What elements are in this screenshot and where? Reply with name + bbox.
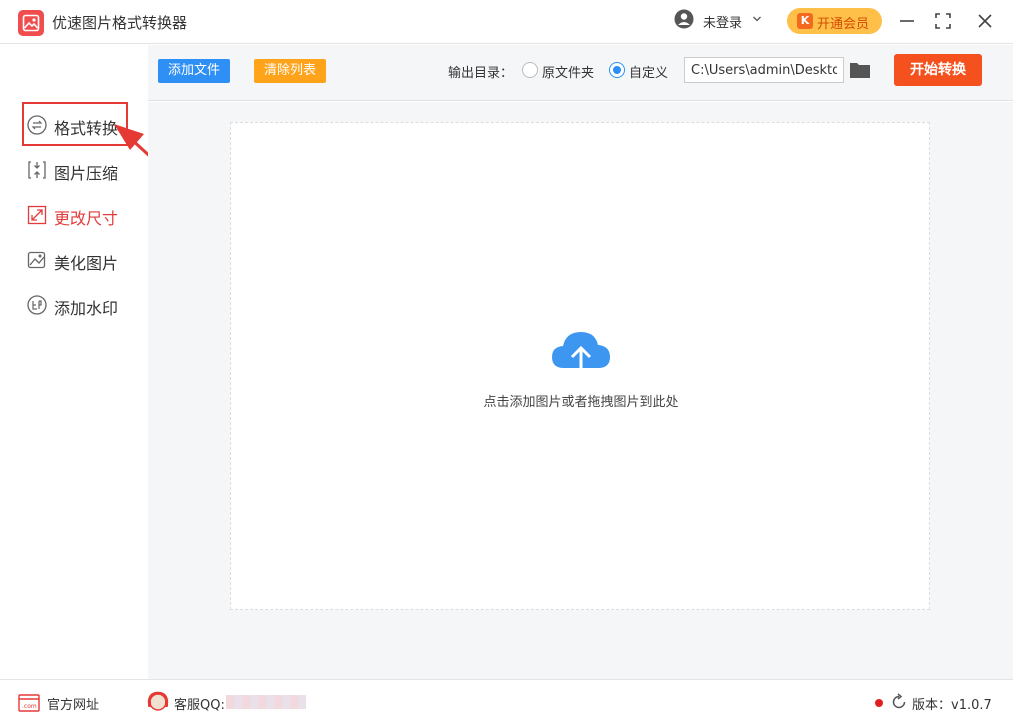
qq-number-blurred [226, 695, 306, 709]
version-label: 版本：v1.0.7 [912, 698, 992, 713]
beautify-icon [27, 251, 46, 269]
add-files-button[interactable]: 添加文件 [158, 59, 230, 83]
title-bar: 优速图片格式转换器 未登录 K 开通会员 [0, 0, 1013, 44]
vip-icon: K [797, 13, 813, 29]
minimize-icon[interactable] [896, 10, 918, 32]
close-icon[interactable] [974, 10, 996, 32]
radio-custom-label[interactable]: 自定义 [629, 62, 668, 81]
file-drop-zone[interactable]: 点击添加图片或者拖拽图片到此处 [230, 122, 930, 610]
app-logo-icon [18, 10, 44, 36]
refresh-icon[interactable] [890, 693, 908, 711]
vip-label: 开通会员 [817, 17, 870, 32]
official-site-link[interactable]: 官方网址 [47, 694, 99, 713]
app-title: 优速图片格式转换器 [52, 14, 188, 32]
drop-hint-text: 点击添加图片或者拖拽图片到此处 [483, 395, 679, 410]
vip-button[interactable]: K 开通会员 [787, 8, 882, 34]
radio-custom-folder[interactable] [609, 62, 625, 78]
customer-service-label: 客服QQ: [174, 698, 225, 713]
compress-icon [28, 161, 46, 179]
sidebar-item-watermark[interactable]: 添加水印 [26, 290, 136, 320]
svg-text:.com: .com [22, 703, 37, 710]
clear-list-button[interactable]: 清除列表 [254, 59, 326, 83]
user-login-status[interactable]: 未登录 [703, 12, 742, 31]
folder-icon[interactable] [849, 60, 871, 80]
maximize-icon[interactable] [932, 10, 954, 32]
user-avatar-icon[interactable] [674, 9, 694, 29]
cloud-upload-icon [552, 332, 610, 380]
resize-icon [27, 205, 47, 225]
output-dir-label: 输出目录： [448, 66, 514, 81]
toolbar: 添加文件 清除列表 输出目录： 原文件夹 自定义 开始转换 [148, 45, 1013, 101]
main-panel: 点击添加图片或者拖拽图片到此处 [148, 102, 1013, 679]
start-convert-button[interactable]: 开始转换 [894, 54, 982, 86]
watermark-icon [27, 295, 47, 315]
status-dot [875, 699, 883, 707]
radio-original-label[interactable]: 原文件夹 [542, 62, 594, 81]
sidebar-item-label: 添加水印 [54, 299, 119, 318]
website-icon[interactable]: .com [18, 694, 40, 712]
output-path-input[interactable] [684, 57, 844, 83]
radio-original-folder[interactable] [522, 62, 538, 78]
footer: .com 官方网址 客服QQ: 版本：v1.0.7 [0, 679, 1013, 724]
customer-service-icon [147, 691, 169, 711]
chevron-down-icon[interactable] [752, 14, 762, 24]
